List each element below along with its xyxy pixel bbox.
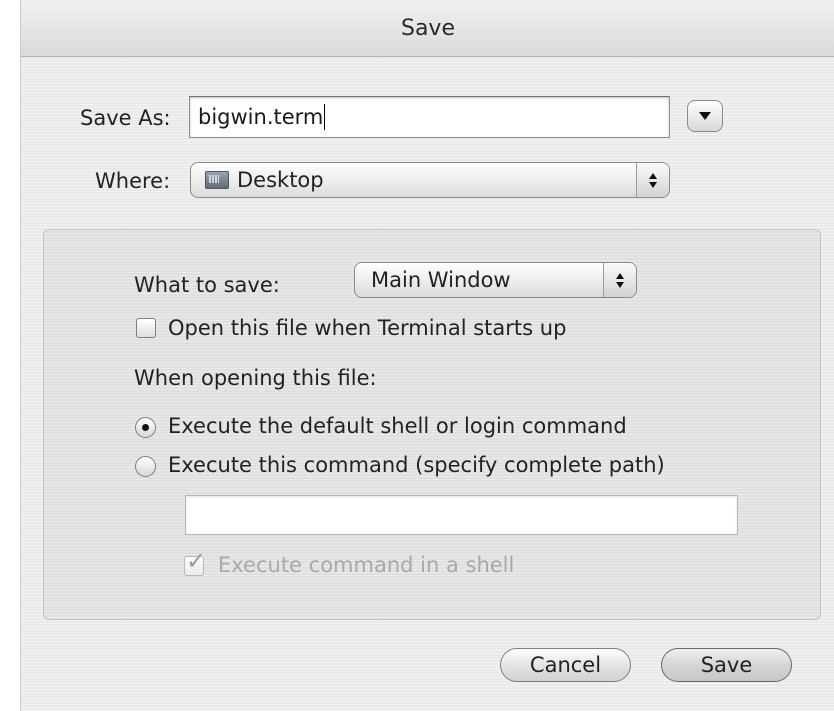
radio-selected-dot [142, 424, 149, 431]
popup-arrows-icon [603, 263, 636, 297]
save-as-field[interactable]: bigwin.term [189, 96, 670, 138]
what-to-save-selected: Main Window [371, 268, 511, 292]
open-on-startup-checkbox[interactable] [136, 318, 156, 338]
window-titlebar: Save [21, 0, 834, 57]
radio-default-shell-label[interactable]: Execute the default shell or login comma… [168, 414, 627, 438]
folder-icon [205, 171, 229, 189]
where-label: Where: [95, 169, 171, 193]
triangle-down-icon [699, 112, 711, 120]
save-as-label: Save As: [80, 106, 171, 130]
window-title: Save [400, 15, 455, 41]
open-on-startup-label[interactable]: Open this file when Terminal starts up [168, 316, 566, 340]
what-to-save-popup[interactable]: Main Window [354, 262, 637, 298]
radio-execute-command[interactable] [135, 456, 156, 477]
checkmark-icon: ✓ [186, 547, 207, 575]
save-as-value: bigwin.term [198, 105, 324, 129]
execute-in-shell-label: Execute command in a shell [218, 553, 515, 577]
where-popup[interactable]: Desktop [190, 162, 670, 198]
when-opening-label: When opening this file: [134, 366, 377, 390]
radio-execute-command-label[interactable]: Execute this command (specify complete p… [168, 453, 665, 477]
where-selected: Desktop [237, 168, 324, 192]
save-button[interactable]: Save [661, 648, 792, 682]
what-to-save-label: What to save: [134, 273, 280, 297]
popup-arrows-icon [636, 163, 669, 197]
cancel-button[interactable]: Cancel [500, 648, 631, 682]
cancel-button-label: Cancel [529, 653, 602, 677]
text-caret [324, 104, 326, 130]
save-dialog: Save Save As: bigwin.term Where: Desktop… [20, 0, 834, 711]
command-path-field[interactable] [185, 495, 738, 535]
save-button-label: Save [700, 653, 753, 677]
radio-default-shell[interactable] [135, 417, 156, 438]
execute-in-shell-checkbox[interactable]: ✓ [184, 549, 206, 576]
expand-dialog-button[interactable] [687, 100, 723, 132]
